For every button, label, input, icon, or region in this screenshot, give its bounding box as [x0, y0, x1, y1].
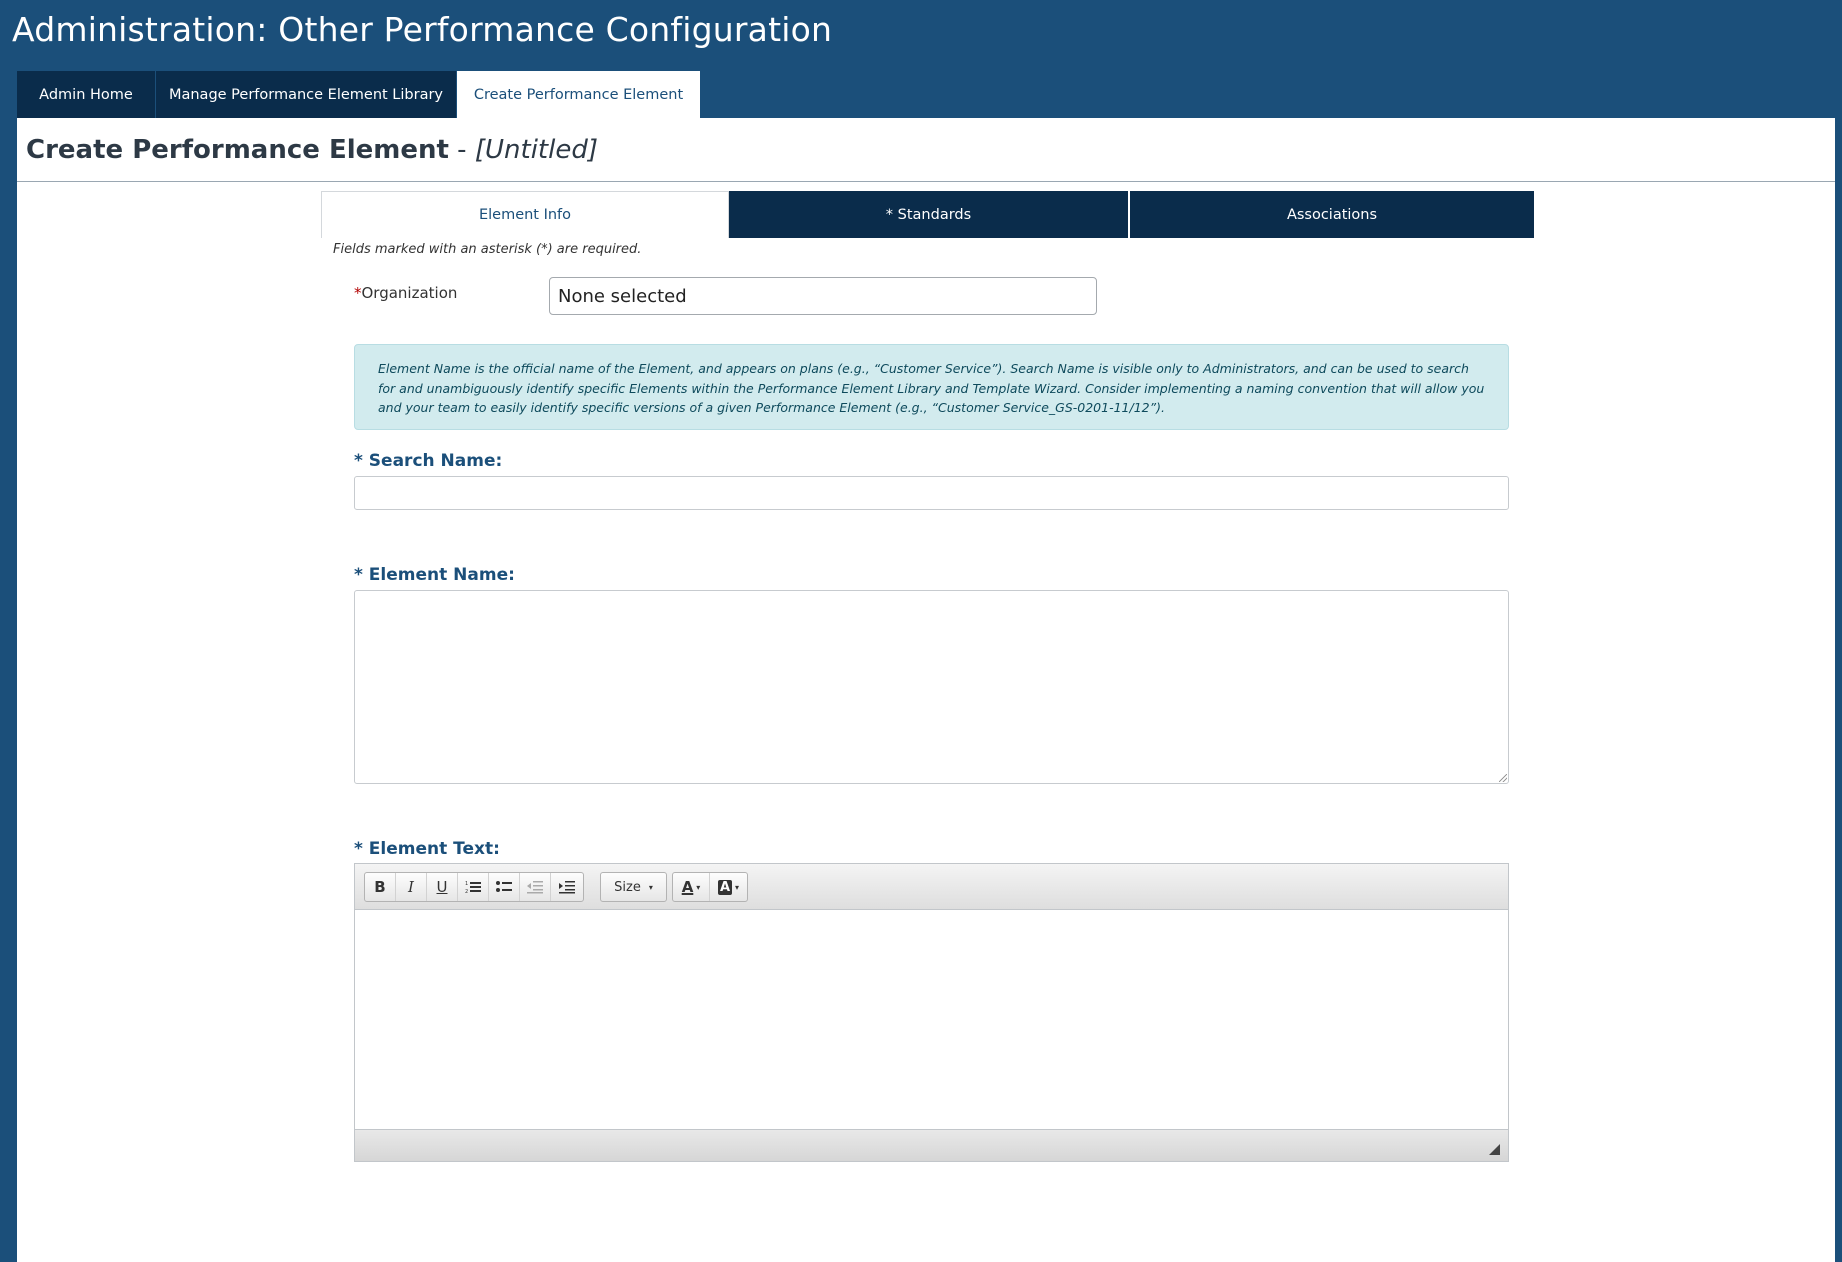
outdent-button[interactable]	[520, 873, 551, 901]
chevron-down-icon: ▾	[696, 882, 701, 892]
organization-label: *Organization	[354, 284, 457, 302]
tab-associations[interactable]: Associations	[1130, 191, 1534, 238]
outdent-icon	[527, 881, 543, 894]
highlight-color-icon: A	[717, 879, 733, 895]
underline-button[interactable]: U	[427, 873, 458, 901]
tab-standards[interactable]: * Standards	[729, 191, 1130, 238]
chevron-down-icon: ▾	[648, 882, 653, 892]
page-subtitle: [Untitled]	[474, 135, 598, 165]
element-sub-tabs: Element Info * Standards Associations	[321, 191, 1534, 238]
main-content: Create Performance Element - [Untitled] …	[17, 118, 1835, 1262]
size-label: Size	[614, 879, 641, 895]
size-button[interactable]: Size ▾	[601, 873, 666, 901]
element-name-label: * Element Name:	[354, 565, 515, 585]
element-name-textarea[interactable]	[354, 590, 1509, 784]
tab-element-info[interactable]: Element Info	[321, 191, 729, 238]
ordered-list-button[interactable]: 1 2	[458, 873, 489, 901]
highlight-color-button[interactable]: A ▾	[710, 873, 747, 901]
tab-create-performance-element[interactable]: Create Performance Element	[457, 71, 700, 118]
textarea-resize-handle[interactable]	[1499, 774, 1507, 782]
italic-button[interactable]: I	[396, 873, 427, 901]
organization-label-text: Organization	[361, 284, 458, 302]
editor-toolbar: B I U 1 2 Size ▾ A ▾ A ▾	[355, 864, 1508, 910]
bold-icon: B	[374, 878, 386, 896]
ordered-list-icon: 1 2	[465, 881, 481, 894]
main-nav-tabs: Admin Home Manage Performance Element Li…	[17, 71, 700, 118]
color-button-group: A ▾ A ▾	[672, 872, 748, 902]
underline-icon: U	[436, 878, 448, 896]
page-title: Create Performance Element - [Untitled]	[26, 135, 598, 165]
element-text-editor-body[interactable]	[355, 910, 1508, 1129]
heading-divider	[17, 181, 1835, 182]
app-title: Administration: Other Performance Config…	[12, 10, 833, 49]
format-button-group: B I U 1 2	[364, 872, 584, 902]
naming-info-box: Element Name is the official name of the…	[354, 344, 1509, 430]
indent-button[interactable]	[551, 873, 582, 901]
svg-text:2: 2	[465, 889, 468, 894]
element-text-editor: B I U 1 2 Size ▾ A ▾ A ▾	[354, 863, 1509, 1162]
bold-button[interactable]: B	[365, 873, 396, 901]
organization-select-value: None selected	[558, 285, 687, 307]
page-title-separator: -	[448, 135, 475, 165]
indent-icon	[558, 881, 575, 894]
search-name-label: * Search Name:	[354, 451, 503, 471]
tab-manage-performance-element-library[interactable]: Manage Performance Element Library	[156, 71, 457, 118]
editor-status-bar	[355, 1129, 1508, 1161]
italic-icon: I	[408, 878, 414, 896]
svg-text:1: 1	[465, 881, 468, 887]
required-fields-note: Fields marked with an asterisk (*) are r…	[333, 242, 642, 257]
search-name-input[interactable]	[354, 476, 1509, 510]
chevron-down-icon: ▾	[735, 882, 740, 892]
font-color-button[interactable]: A ▾	[673, 873, 710, 901]
required-star: *	[354, 284, 362, 302]
page-title-text: Create Performance Element	[26, 135, 449, 165]
organization-select[interactable]: None selected	[549, 277, 1097, 315]
unordered-list-button[interactable]	[489, 873, 520, 901]
font-color-icon: A	[681, 878, 694, 896]
element-text-label: * Element Text:	[354, 839, 500, 859]
editor-resize-handle-icon[interactable]	[1489, 1144, 1500, 1155]
unordered-list-icon	[496, 881, 512, 892]
size-dropdown[interactable]: Size ▾	[600, 872, 667, 902]
tab-admin-home[interactable]: Admin Home	[17, 71, 156, 118]
